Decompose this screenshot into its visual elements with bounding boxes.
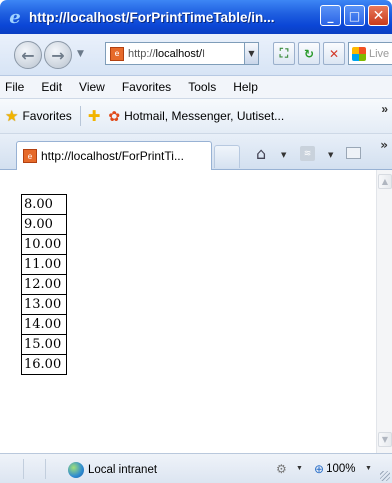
compatibility-view-button[interactable]: ⛶ [273,42,295,65]
feeds-icon[interactable]: ≋ [300,146,315,161]
add-favorite-icon[interactable]: ✚ [88,107,101,125]
menu-view[interactable]: View [79,80,105,94]
close-button[interactable]: ✕ [368,5,389,26]
favorites-bar: ★ Favorites ✚ ✿ Hotmail, Messenger, Uuti… [0,99,392,134]
time-cell: 15.00 [21,334,67,355]
live-search-icon [352,46,366,61]
globe-icon [68,462,84,478]
zoom-dropdown[interactable]: ▼ [365,465,372,472]
home-dropdown[interactable]: ▼ [281,151,286,159]
page-favicon-icon: e [110,46,124,61]
maximize-button[interactable]: □ [344,5,365,26]
stop-icon: ✕ [328,46,340,61]
time-cell: 16.00 [21,354,67,375]
feeds-dropdown[interactable]: ▼ [328,151,333,159]
mail-icon[interactable] [346,147,361,159]
command-bar-overflow-button[interactable]: » [380,138,388,152]
tab-title: http://localhost/ForPrintTi... [41,149,184,163]
compatibility-icon: ⛶ [279,46,289,60]
address-text: http://localhost/I [128,47,206,60]
protected-mode-icon[interactable]: ⚙ [276,462,287,476]
forward-button[interactable]: → [44,41,72,69]
arrow-left-icon: ← [21,45,35,65]
minimize-button[interactable]: _ [320,5,341,26]
table-row: 16.00 [21,354,67,375]
zone-label: Local intranet [88,464,158,476]
zoom-level: 100% [326,463,356,475]
new-tab-button[interactable] [214,145,240,168]
table-row: 10.00 [21,234,67,255]
time-cell: 9.00 [21,214,67,235]
time-cell: 10.00 [21,234,67,255]
menu-edit[interactable]: Edit [41,80,62,94]
window-title: http://localhost/ForPrintTimeTable/in... [29,9,275,25]
time-cell: 14.00 [21,314,67,335]
table-row: 9.00 [21,214,67,235]
status-cell [26,459,46,479]
time-cell: 12.00 [21,274,67,295]
table-row: 12.00 [21,274,67,295]
zoom-icon: ⊕ [314,462,325,476]
search-placeholder: Live S [369,47,392,60]
status-bar: Local intranet ⚙ ▼ ⊕ 100% ▼ [0,453,392,483]
menu-tools[interactable]: Tools [188,80,216,94]
menu-bar: File Edit View Favorites Tools Help [0,76,392,99]
time-cell: 8.00 [21,194,67,215]
protected-mode-dropdown[interactable]: ▼ [296,465,303,472]
home-icon[interactable]: ⌂ [256,144,266,163]
timetable: 8.00 9.00 10.00 11.00 12.00 13.00 14.00 … [21,194,67,375]
zoom-control[interactable]: ⊕ 100% [314,462,355,476]
address-toolbar: ← → ▼ e http://localhost/I ▼ ⛶ ↻ ✕ Live … [0,34,392,76]
favorites-divider [79,106,81,126]
table-row: 13.00 [21,294,67,315]
resize-grip[interactable] [380,471,390,481]
status-cell [4,459,24,479]
arrow-right-icon: → [51,45,65,65]
favorites-overflow-button[interactable]: » [381,102,388,116]
recent-pages-dropdown[interactable]: ▼ [77,49,84,59]
refresh-icon: ↻ [303,46,315,61]
search-input[interactable]: Live S [348,42,392,65]
menu-file[interactable]: File [5,80,24,94]
time-cell: 11.00 [21,254,67,275]
favorites-button[interactable]: Favorites [22,109,71,123]
msn-butterfly-icon: ✿ [108,107,121,124]
table-row: 11.00 [21,254,67,275]
scroll-up-button[interactable]: ▲ [378,174,392,189]
address-input[interactable]: e http://localhost/I [105,42,245,65]
page-content: 8.00 9.00 10.00 11.00 12.00 13.00 14.00 … [0,170,376,453]
refresh-button[interactable]: ↻ [298,42,320,65]
menu-help[interactable]: Help [233,80,258,94]
address-dropdown-button[interactable]: ▼ [245,42,259,65]
tab-bar: e http://localhost/ForPrintTi... ⌂ ▼ ≋ ▼… [0,134,392,170]
stop-button[interactable]: ✕ [323,42,345,65]
back-button[interactable]: ← [14,41,42,69]
favorites-star-icon: ★ [5,108,19,125]
table-row: 8.00 [21,194,67,215]
security-zone[interactable]: Local intranet [68,462,157,478]
scroll-down-button[interactable]: ▼ [378,432,392,447]
table-row: 15.00 [21,334,67,355]
title-bar: e http://localhost/ForPrintTimeTable/in.… [0,0,392,34]
favorites-link-hotmail[interactable]: Hotmail, Messenger, Uutiset... [124,109,284,123]
vertical-scrollbar[interactable]: ▲ ▼ [376,170,392,453]
tab-current-page[interactable]: e http://localhost/ForPrintTi... [16,141,212,170]
ie-logo-icon: e [9,6,21,28]
tab-favicon-icon: e [23,149,37,163]
table-row: 14.00 [21,314,67,335]
menu-favorites[interactable]: Favorites [122,80,171,94]
time-cell: 13.00 [21,294,67,315]
